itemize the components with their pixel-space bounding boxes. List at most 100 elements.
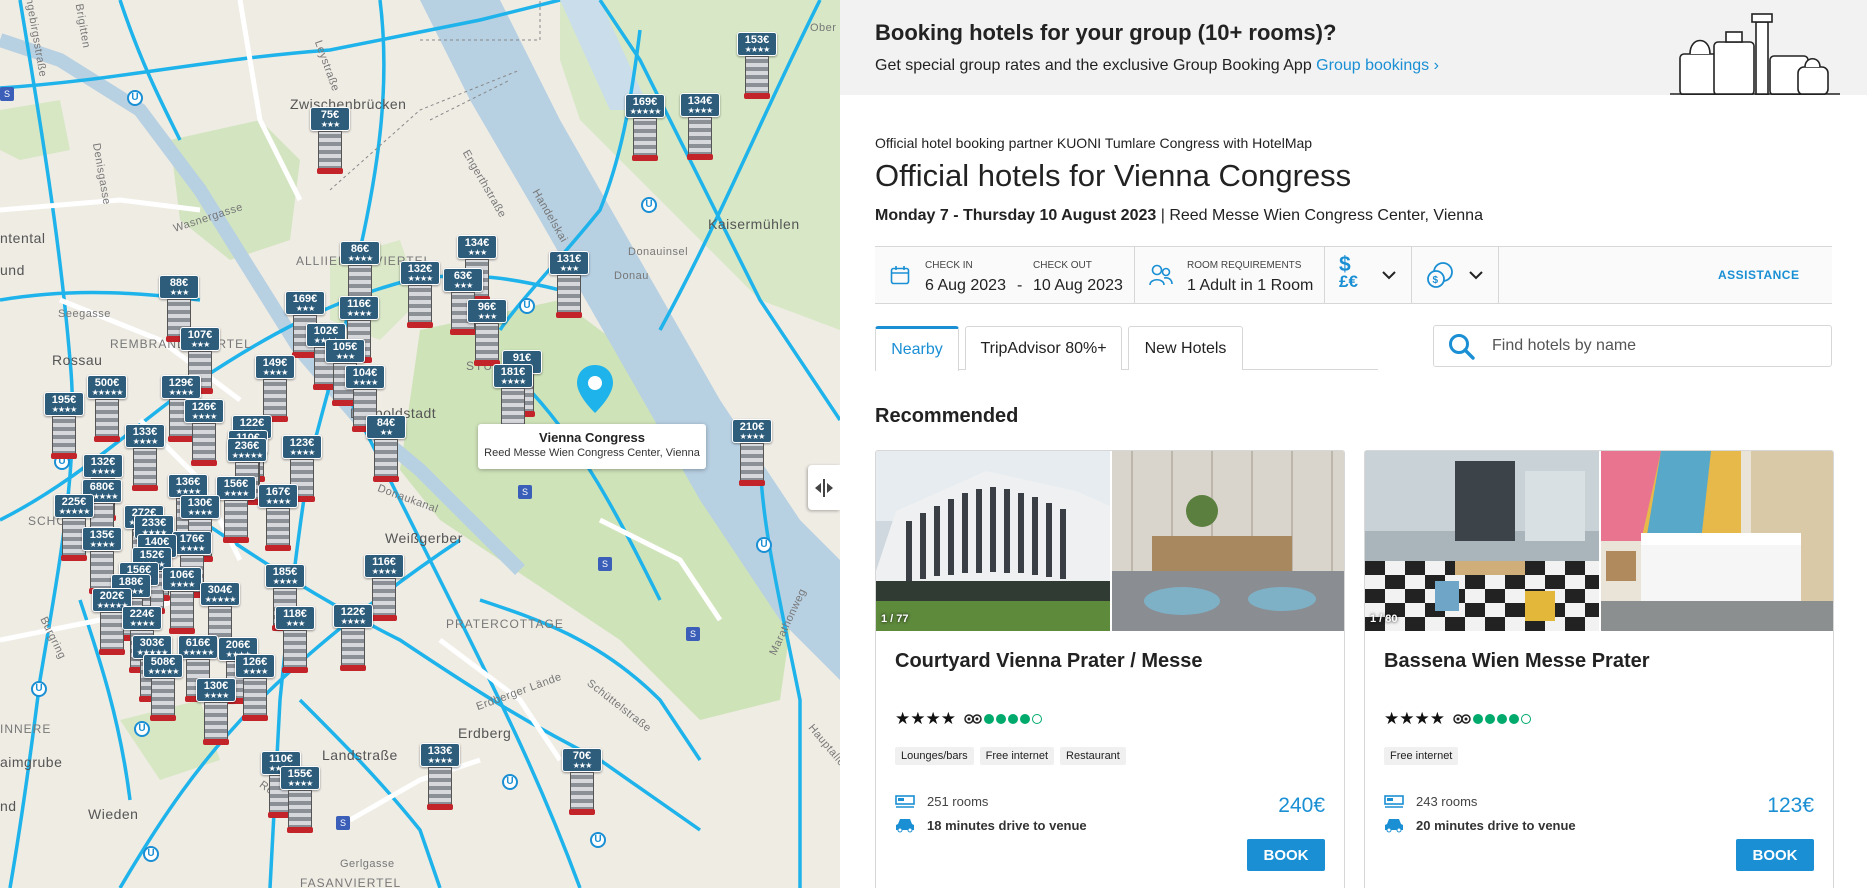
rating-dot-empty <box>1520 714 1531 724</box>
pin-stars: ★★★★ <box>340 617 367 626</box>
hotel-price-pin[interactable]: 133€ ★★★★ <box>125 424 165 491</box>
hotel-price-pin[interactable]: 70€ ★★★ <box>562 748 602 815</box>
rating-dot-filled <box>1472 714 1483 724</box>
tab-nearby[interactable]: Nearby <box>875 326 959 371</box>
pin-price-tag: 156€★★★★ <box>216 476 256 500</box>
pin-stars: ★★★★ <box>89 540 116 549</box>
map-label-wieden: Wieden <box>88 806 139 822</box>
hotel-price-pin[interactable]: 149€ ★★★★ <box>255 355 295 422</box>
tab-tripadvisor-80[interactable]: TripAdvisor 80%+ <box>965 326 1122 370</box>
pin-stars: ★★★ <box>453 281 474 290</box>
price-filter-selector[interactable]: $ <box>1412 247 1499 303</box>
tab-new-hotels[interactable]: New Hotels <box>1128 326 1243 370</box>
hotel-photo-gallery[interactable]: 1 / 80 <box>1365 451 1833 631</box>
hotel-price-pin[interactable]: 75€ ★★★ <box>310 107 350 174</box>
map-label-rossau: Rossau <box>52 352 103 368</box>
pin-stars: ★★★ <box>572 761 593 770</box>
map-label-landstrasse: Landstraße <box>322 747 398 763</box>
rating-dot-filled <box>1508 714 1519 724</box>
results-panel: Booking hotels for your group (10+ rooms… <box>840 0 1867 888</box>
hotel-price-pin[interactable]: 126€ ★★★★ <box>184 399 224 466</box>
hotel-price-pin[interactable]: 131€ ★★★ <box>549 251 589 318</box>
pin-price-tag: 75€ ★★★ <box>310 107 350 131</box>
tripadvisor-rating <box>964 713 1042 725</box>
pin-stars: ★★★★ <box>371 567 398 576</box>
room-requirements-selector[interactable]: Room requirements 1 Adult in 1 Room <box>1135 247 1325 303</box>
hotel-search-input[interactable] <box>1492 326 1822 366</box>
pin-price-tag: 616€ ★★★★★ <box>178 635 218 659</box>
hotel-name[interactable]: Courtyard Vienna Prater / Messe <box>895 650 1203 673</box>
hotel-price-pin[interactable]: 169€ ★★★★★ <box>625 94 665 161</box>
pin-stars: ★★★★★ <box>147 667 180 676</box>
group-bookings-link[interactable]: Group bookings › <box>1316 57 1439 74</box>
pin-stars: ★★★★ <box>739 432 766 441</box>
checkout-value[interactable]: 10 Aug 2023 <box>1033 277 1123 295</box>
drive-time-text: 20 minutes drive to venue <box>1416 817 1576 833</box>
book-button[interactable]: BOOK <box>1247 839 1325 871</box>
hotel-price-pin[interactable]: 132€ ★★★★ <box>400 261 440 328</box>
hotel-price-pin[interactable]: 508€ ★★★★★ <box>143 654 183 721</box>
hotel-price-pin[interactable]: 155€ ★★★★ <box>280 766 320 833</box>
hotel-building-icon <box>242 678 268 721</box>
pin-stars: ★★ <box>379 428 393 437</box>
tripadvisor-owl-icon <box>1453 714 1471 724</box>
hotel-price-pin[interactable]: 133€ ★★★★ <box>420 743 460 810</box>
hotel-card[interactable]: 1 / 80 Bassena Wien Messe Prater ★★★★ Fr… <box>1364 450 1834 888</box>
assistance-link[interactable]: ASSISTANCE <box>1718 268 1799 282</box>
filter-tabs: Nearby TripAdvisor 80%+ New Hotels <box>875 326 1378 371</box>
map-resize-toggle[interactable] <box>808 465 840 510</box>
checkin-value[interactable]: 6 Aug 2023 <box>925 277 1006 295</box>
hotel-building-icon <box>373 439 399 482</box>
venue-callout-title: Vienna Congress <box>539 430 645 445</box>
venue-location-pin-icon[interactable] <box>574 363 616 415</box>
hotel-price-pin[interactable]: 167€ ★★★★ <box>258 484 298 551</box>
pin-stars: ★★★ <box>285 619 306 628</box>
hotel-price-pin[interactable]: 134€ ★★★★ <box>680 93 720 160</box>
hotel-price-pin[interactable]: 156€★★★★ <box>216 476 256 543</box>
pin-stars: ★★★★ <box>129 619 156 628</box>
pin-stars: ★★★★ <box>203 691 230 700</box>
venue-callout[interactable]: Vienna Congress Reed Messe Wien Congress… <box>478 424 706 469</box>
hotel-photo-gallery[interactable]: 1 / 77 <box>876 451 1344 631</box>
hotel-map[interactable]: Zwischenbrücken Kaisermühlen Rossau Leop… <box>0 0 840 888</box>
hotel-name-search[interactable] <box>1433 325 1832 367</box>
hotel-price-pin[interactable]: 195€ ★★★★ <box>44 392 84 459</box>
hotel-price-pin[interactable]: 118€ ★★★ <box>275 606 315 673</box>
pin-price-tag: 181€ ★★★★ <box>493 364 533 388</box>
sbahn-stop-icon: S <box>686 627 700 641</box>
hotel-price-pin[interactable]: 210€ ★★★★ <box>732 419 772 486</box>
hotel-price-pin[interactable]: 106€ ★★★★ <box>162 567 202 634</box>
currency-selector[interactable]: $ £€ <box>1325 247 1412 303</box>
pin-price-tag: 86€ ★★★★ <box>340 241 380 265</box>
hotel-price-pin[interactable]: 96€ ★★★ <box>467 299 507 366</box>
pin-stars: ★★★★ <box>179 544 206 553</box>
rating-dot-filled <box>1496 714 1507 724</box>
hotel-building-icon <box>500 388 526 431</box>
pin-stars: ★★★★ <box>51 405 78 414</box>
hotel-building-icon <box>265 508 291 551</box>
hotel-building-icon <box>556 275 582 318</box>
hotel-price-pin[interactable]: 122€★★★★ <box>333 604 373 671</box>
date-selector[interactable]: Check in 6 Aug 2023 - Check out 10 Aug 2… <box>875 247 1135 303</box>
hotel-price-pin[interactable]: 153€ ★★★★ <box>737 32 777 99</box>
hotel-price-pin[interactable]: 500€ ★★★★★ <box>87 375 127 442</box>
book-button[interactable]: BOOK <box>1736 839 1814 871</box>
hotel-price-pin[interactable]: 126€ ★★★★ <box>235 654 275 721</box>
pin-price-tag: 84€ ★★ <box>366 415 406 439</box>
hotel-price-pin[interactable]: 181€ ★★★★ <box>493 364 533 431</box>
hotel-name[interactable]: Bassena Wien Messe Prater <box>1384 650 1650 673</box>
star-rating: ★★★★ <box>895 709 956 728</box>
pin-stars: ★★★★ <box>407 274 434 283</box>
hotel-lobby-photo <box>1112 451 1344 631</box>
pin-stars: ★★★★ <box>187 508 214 517</box>
rating-dot-filled <box>1484 714 1495 724</box>
hotel-price-pin[interactable]: 130€ ★★★★ <box>196 678 236 745</box>
pin-price-tag: 123€ ★★★★ <box>282 435 322 459</box>
hotel-building-icon <box>317 131 343 174</box>
room-count: 243 rooms <box>1384 791 1477 811</box>
hotel-price-pin[interactable]: 84€ ★★ <box>366 415 406 482</box>
hotel-building-icon <box>282 630 308 673</box>
rating-dot-filled <box>995 714 1006 724</box>
hotel-exterior-photo <box>876 451 1110 631</box>
hotel-card[interactable]: 1 / 77 Courtyard Vienna Prater / Messe ★… <box>875 450 1345 888</box>
